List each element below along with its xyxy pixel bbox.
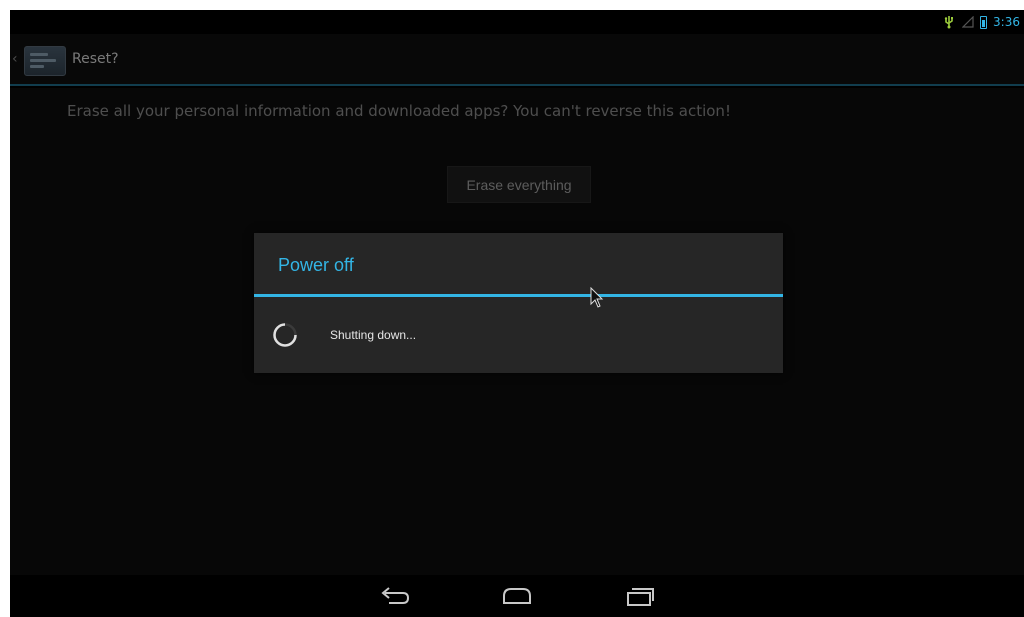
status-icons: 3:36 <box>942 13 1020 31</box>
dialog-message: Shutting down... <box>330 328 417 342</box>
usb-icon <box>944 16 954 29</box>
android-screen: 3:36 ‹ Reset? Erase all your personal in… <box>10 10 1024 617</box>
power-off-dialog: Power off Shutting down... <box>254 233 783 373</box>
dialog-divider <box>254 294 783 297</box>
clock: 3:36 <box>993 15 1020 29</box>
back-icon[interactable] <box>377 584 413 608</box>
home-icon[interactable] <box>499 584 535 608</box>
progress-spinner-icon <box>273 323 297 347</box>
navigation-bar <box>10 575 1024 617</box>
recent-apps-icon[interactable] <box>622 584 658 608</box>
mouse-cursor-icon <box>590 287 604 308</box>
battery-icon <box>980 15 988 29</box>
dialog-title: Power off <box>278 255 354 275</box>
status-bar: 3:36 <box>10 10 1024 34</box>
signal-icon <box>962 16 974 28</box>
